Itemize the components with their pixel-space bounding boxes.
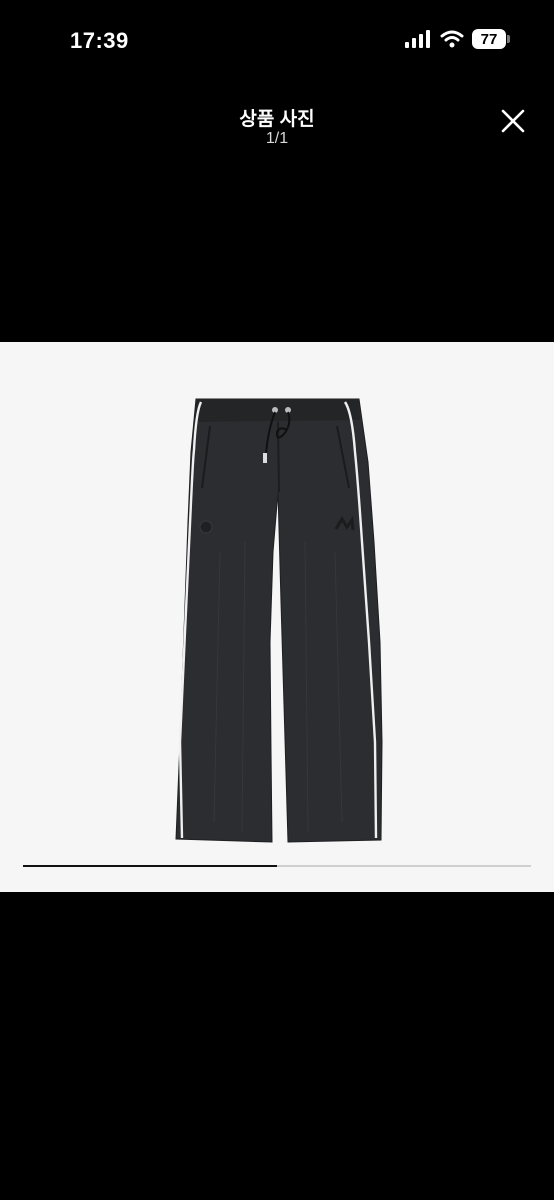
image-scroll-indicator xyxy=(23,865,531,867)
status-time: 17:39 xyxy=(70,28,129,53)
close-icon xyxy=(501,109,525,133)
scroll-progress xyxy=(23,865,277,867)
page-title: 상품 사진 xyxy=(239,109,315,130)
photo-counter: 1/1 xyxy=(265,130,289,147)
close-button[interactable] xyxy=(498,106,528,136)
wifi-icon xyxy=(440,30,464,48)
status-icons: 77 xyxy=(404,29,510,49)
photo-viewer-header: 상품 사진 1/1 xyxy=(0,84,554,164)
product-image[interactable] xyxy=(0,342,554,892)
cellular-signal-icon xyxy=(405,30,430,48)
battery-icon: 77 xyxy=(472,29,510,49)
status-bar: 17:39 77 xyxy=(0,0,554,84)
product-photo-area[interactable] xyxy=(0,342,554,892)
